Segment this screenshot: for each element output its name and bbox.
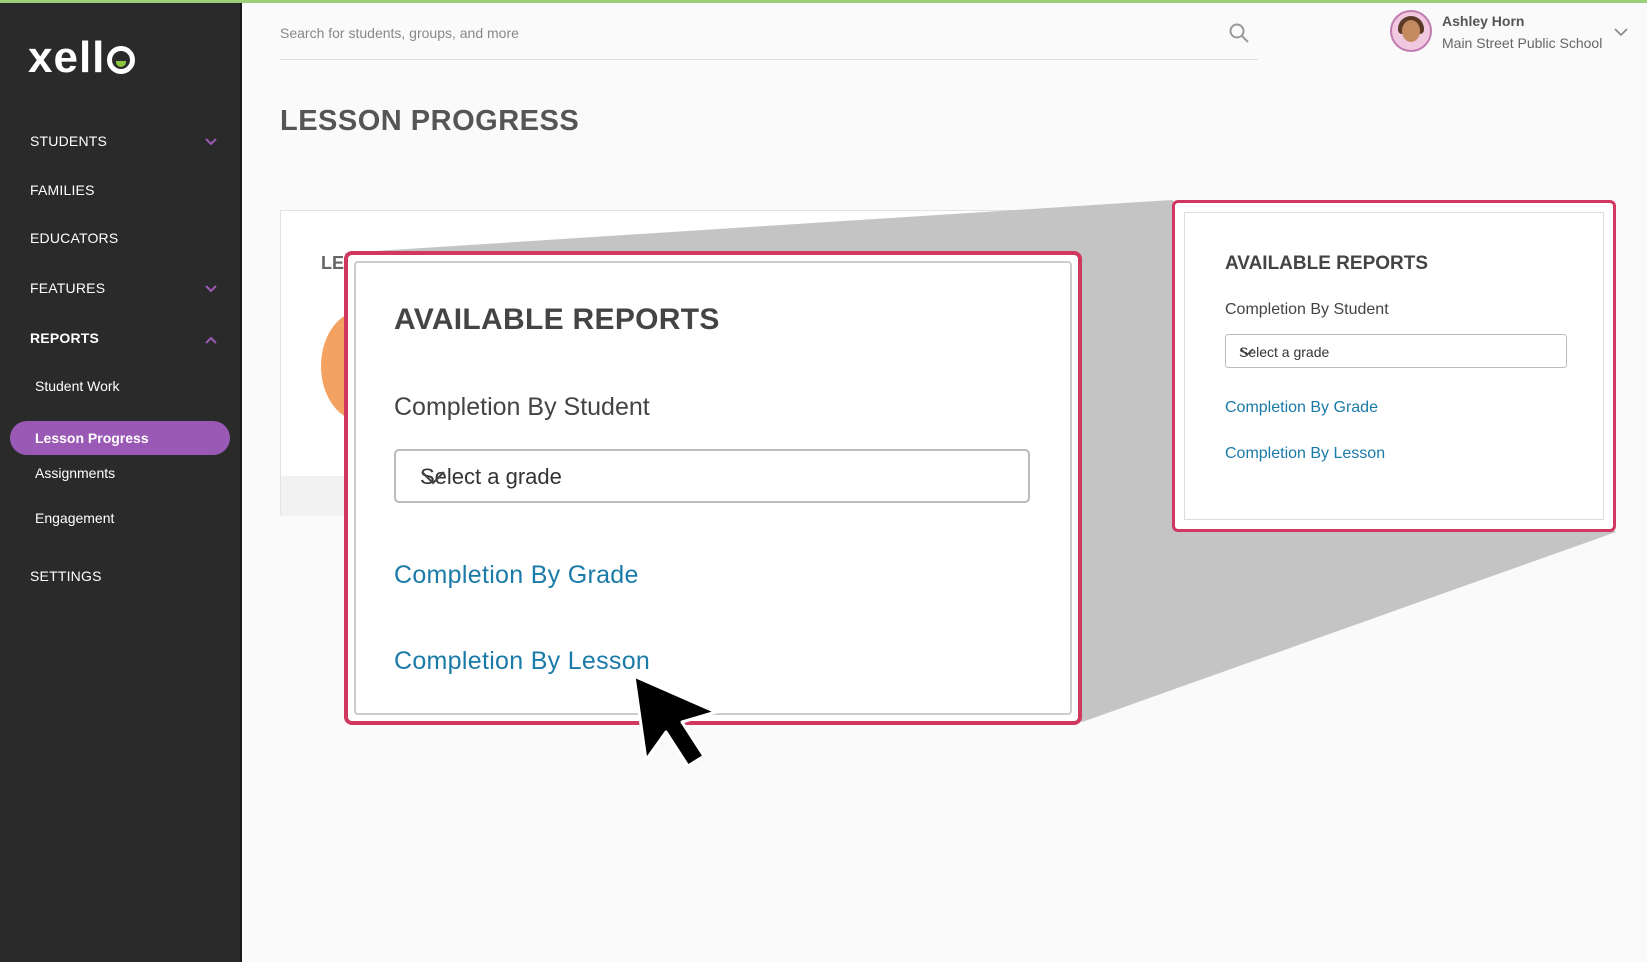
chevron-down-icon xyxy=(1239,344,1255,360)
search-input[interactable] xyxy=(280,18,1180,48)
sidebar-item-label: SETTINGS xyxy=(30,568,102,584)
user-school: Main Street Public School xyxy=(1442,35,1603,51)
xello-logo[interactable]: xell xyxy=(28,33,136,83)
sidebar-item-label: STUDENTS xyxy=(30,133,108,149)
chevron-down-icon[interactable] xyxy=(204,282,218,296)
sidebar-item-students[interactable]: STUDENTS xyxy=(30,133,107,149)
grade-select[interactable]: Select a grade xyxy=(1225,334,1567,368)
panel-title: AVAILABLE REPORTS xyxy=(394,303,720,336)
sidebar-item-label: FEATURES xyxy=(30,280,106,296)
available-reports-panel: AVAILABLE REPORTS Completion By Student … xyxy=(1172,200,1616,532)
completion-by-student-label: Completion By Student xyxy=(1225,301,1389,318)
sidebar-item-label: REPORTS xyxy=(30,330,100,346)
completion-by-lesson-link[interactable]: Completion By Lesson xyxy=(1225,445,1385,463)
sidebar-subitem-lesson-progress[interactable]: Lesson Progress xyxy=(10,421,230,455)
page-title: LESSON PROGRESS xyxy=(280,105,580,137)
completion-by-lesson-link[interactable]: Completion By Lesson xyxy=(394,647,650,676)
chevron-down-icon xyxy=(420,466,446,488)
search-icon[interactable] xyxy=(1228,22,1250,44)
sidebar-item-settings[interactable]: SETTINGS xyxy=(30,568,102,584)
chevron-down-icon[interactable] xyxy=(1613,24,1629,40)
available-reports-zoom: AVAILABLE REPORTS Completion By Student … xyxy=(344,251,1082,725)
top-accent-bar xyxy=(0,0,1647,3)
panel-title: AVAILABLE REPORTS xyxy=(1225,253,1429,274)
sidebar-item-label: FAMILIES xyxy=(30,182,95,198)
sidebar-subitem-assignments[interactable]: Assignments xyxy=(35,465,115,481)
sidebar-item-educators[interactable]: EDUCATORS xyxy=(30,230,118,246)
completion-by-grade-link[interactable]: Completion By Grade xyxy=(1225,399,1378,417)
sidebar-item-features[interactable]: FEATURES xyxy=(30,280,105,296)
mouse-cursor-icon xyxy=(634,676,718,768)
completion-by-student-label: Completion By Student xyxy=(394,393,650,421)
card-heading: LE xyxy=(321,253,345,273)
grade-select[interactable]: Select a grade xyxy=(394,449,1030,503)
sidebar-subitem-engagement[interactable]: Engagement xyxy=(35,510,114,526)
chevron-up-icon[interactable] xyxy=(204,333,218,347)
completion-by-grade-link[interactable]: Completion By Grade xyxy=(394,561,639,590)
sidebar: xell STUDENTS FAMILIES EDUCATORS FEATURE… xyxy=(0,3,242,962)
sidebar-subitem-student-work[interactable]: Student Work xyxy=(35,378,120,394)
chevron-down-icon[interactable] xyxy=(204,135,218,149)
sidebar-item-reports[interactable]: REPORTS xyxy=(30,330,99,346)
sidebar-item-label: EDUCATORS xyxy=(30,230,119,246)
avatar xyxy=(1390,10,1432,52)
search-bar xyxy=(280,18,1258,60)
user-menu[interactable]: Ashley Horn Main Street Public School xyxy=(1390,10,1635,55)
user-name: Ashley Horn xyxy=(1442,13,1525,29)
sidebar-item-families[interactable]: FAMILIES xyxy=(30,182,95,198)
